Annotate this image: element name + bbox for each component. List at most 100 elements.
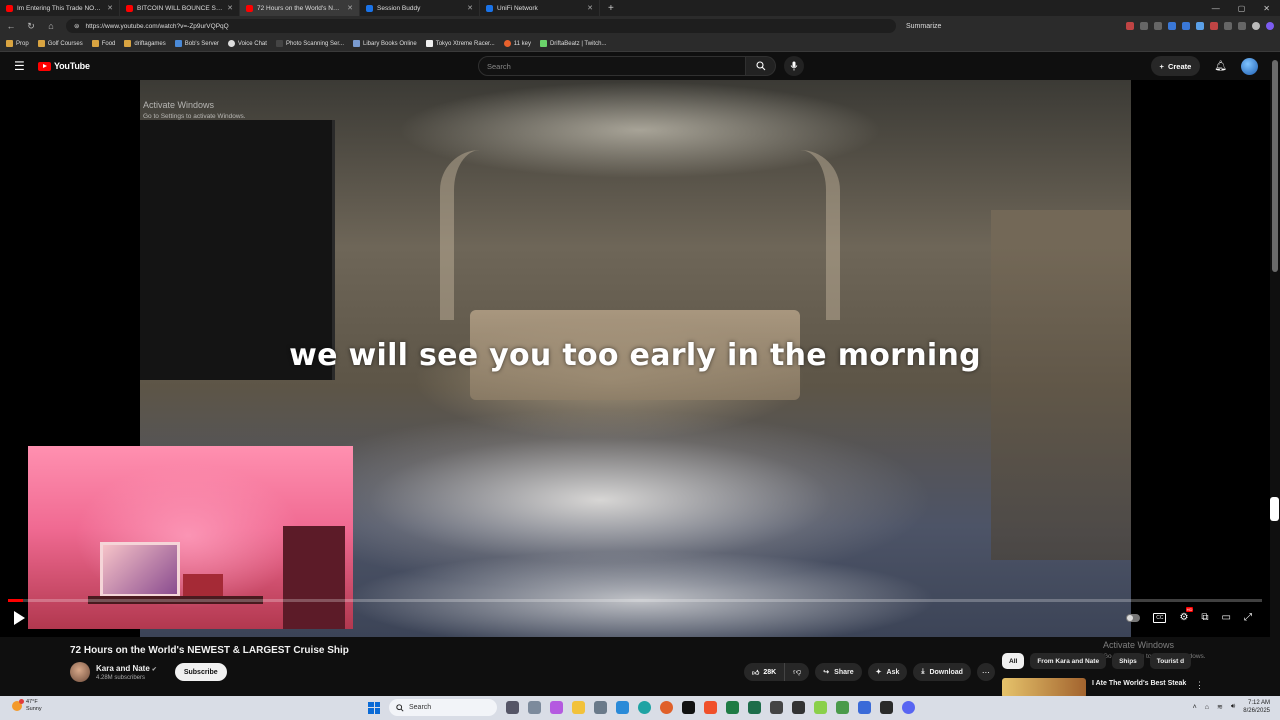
bookmark-item[interactable]: Photo Scanning Ser... [275,40,344,47]
bookmark-item[interactable]: Libary Books Online [353,40,417,47]
edge-copilot-icon[interactable] [1266,22,1274,30]
captions-icon[interactable]: CC [1153,612,1167,623]
voice-search-button[interactable] [784,56,804,76]
app-icon[interactable] [836,701,849,714]
settings-gear-icon[interactable]: ⚙ HD [1179,607,1194,623]
chip-ships[interactable]: Ships [1112,653,1144,669]
close-icon[interactable]: ✕ [467,4,473,12]
chevron-up-icon[interactable]: ˄ [1193,704,1197,711]
network-icon[interactable]: ⌂ [1205,704,1209,711]
bookmark-item[interactable]: DriftaBeatz | Twitch... [539,40,606,47]
side-panel-icon[interactable] [1270,497,1279,521]
excel-icon[interactable] [726,701,739,714]
autoplay-toggle[interactable] [1126,613,1141,622]
settings-app-icon[interactable] [528,701,541,714]
home-icon[interactable]: ⌂ [46,21,56,31]
profile-avatar-icon[interactable] [1252,22,1260,30]
maximize-icon[interactable]: ▢ [1238,4,1246,13]
theater-mode-icon[interactable]: ▭ [1222,612,1231,623]
dislike-button[interactable]: 👎︎ [785,663,809,681]
back-arrow-icon[interactable]: ← [6,21,16,31]
bookmark-item[interactable]: driftagames [124,40,166,47]
tab-0[interactable]: Im Entering This Trade NOW - ✕ [0,0,120,16]
play-icon[interactable] [14,611,25,625]
ask-button[interactable]: ✦ Ask [867,663,908,681]
app-icon[interactable] [748,701,761,714]
chip-all[interactable]: All [1002,653,1025,669]
scrollbar-thumb[interactable] [1272,60,1278,272]
extension-icon[interactable] [1182,22,1190,30]
notifications-bell-icon[interactable]: 🔔︎ [1214,61,1227,72]
close-window-icon[interactable]: ✕ [1263,4,1270,13]
chip-tourist[interactable]: Tourist d [1149,653,1192,669]
extension-icon[interactable] [1154,22,1162,30]
tab-4[interactable]: UniFi Network ✕ [480,0,600,16]
account-avatar[interactable] [1241,57,1258,75]
recommendation-more-icon[interactable]: ⋮ [1195,680,1204,691]
recommendation-thumbnail[interactable] [1002,678,1086,698]
taskbar-search[interactable]: Search [389,699,497,716]
bookmark-item[interactable]: Bob's Server [174,40,219,47]
weather-widget[interactable]: 47°F Sunny [12,699,42,713]
download-button[interactable]: ⤓ Download [913,663,971,681]
tab-2[interactable]: 72 Hours on the World's NEWEST✕ [240,0,360,16]
app-icon[interactable] [770,701,783,714]
bookmark-item[interactable]: 11 key [503,40,531,47]
close-icon[interactable]: ✕ [587,4,593,12]
windows-start-icon[interactable] [368,701,380,714]
tab-3[interactable]: Session Buddy ✕ [360,0,480,16]
like-button[interactable]: 👍︎ 28K [744,663,786,681]
close-icon[interactable]: ✕ [347,4,353,12]
video-player[interactable]: Activate Windows Go to Settings to activ… [0,80,1270,637]
url-field[interactable]: ⊜ https://www.youtube.com/watch?v=-Zp9ur… [66,19,896,33]
terminal-icon[interactable] [682,701,695,714]
channel-name[interactable]: Kara and Nate ✔ [96,664,157,673]
app-icon[interactable] [858,701,871,714]
miniplayer-icon[interactable]: ⧉ [1201,612,1208,623]
minimize-icon[interactable]: — [1212,4,1220,13]
close-icon[interactable]: ✕ [227,4,233,12]
edge-browser-icon[interactable] [638,701,651,714]
summarize-button[interactable]: Summarize [906,23,941,30]
discord-icon[interactable] [902,701,915,714]
file-explorer-icon[interactable] [572,701,585,714]
firefox-icon[interactable] [660,701,673,714]
tab-1[interactable]: BITCOIN WILL BOUNCE SOON AF ✕ [120,0,240,16]
reload-icon[interactable]: ↻ [26,21,36,32]
close-icon[interactable]: ✕ [107,4,113,12]
channel-avatar[interactable] [70,662,90,682]
extension-icon[interactable] [1140,22,1148,30]
extension-icon[interactable] [1196,22,1204,30]
share-button[interactable]: ↪ Share [815,663,862,681]
extension-icon[interactable] [1224,22,1232,30]
clock[interactable]: 7:12 AM 8/26/2025 [1243,699,1270,715]
bookmark-item[interactable]: Prop [6,40,29,47]
task-view-icon[interactable] [506,701,519,714]
volume-icon[interactable]: 🔊︎ [1231,703,1235,711]
youtube-logo[interactable]: YouTube [38,61,90,71]
extension-icon[interactable] [1168,22,1176,30]
create-button[interactable]: + Create [1150,56,1201,76]
page-scrollbar[interactable] [1270,52,1280,720]
copilot-app-icon[interactable] [550,701,563,714]
brave-browser-icon[interactable] [704,701,717,714]
app-icon[interactable] [792,701,805,714]
extension-icon[interactable] [1126,22,1134,30]
app-icon[interactable] [616,701,629,714]
extension-icon[interactable] [1238,22,1246,30]
bookmark-item[interactable]: Voice Chat [227,40,267,47]
more-actions-icon[interactable]: ⋯ [976,663,995,681]
wifi-icon[interactable]: ≋ [1217,703,1223,711]
extension-icon[interactable] [1210,22,1218,30]
progress-bar[interactable] [8,599,1262,602]
recommendation-item[interactable]: I Ate The World's Best Steak [1002,678,1186,698]
fullscreen-icon[interactable]: ⤢ [1244,612,1252,623]
site-info-icon[interactable]: ⊜ [74,22,79,30]
search-button[interactable] [746,56,776,76]
calculator-icon[interactable] [594,701,607,714]
chip-from-channel[interactable]: From Kara and Nate [1030,653,1107,669]
app-icon[interactable] [880,701,893,714]
menu-icon[interactable]: ☰ [14,59,32,73]
new-tab-button[interactable]: + [600,3,622,14]
subscribe-button[interactable]: Subscribe [174,663,227,681]
